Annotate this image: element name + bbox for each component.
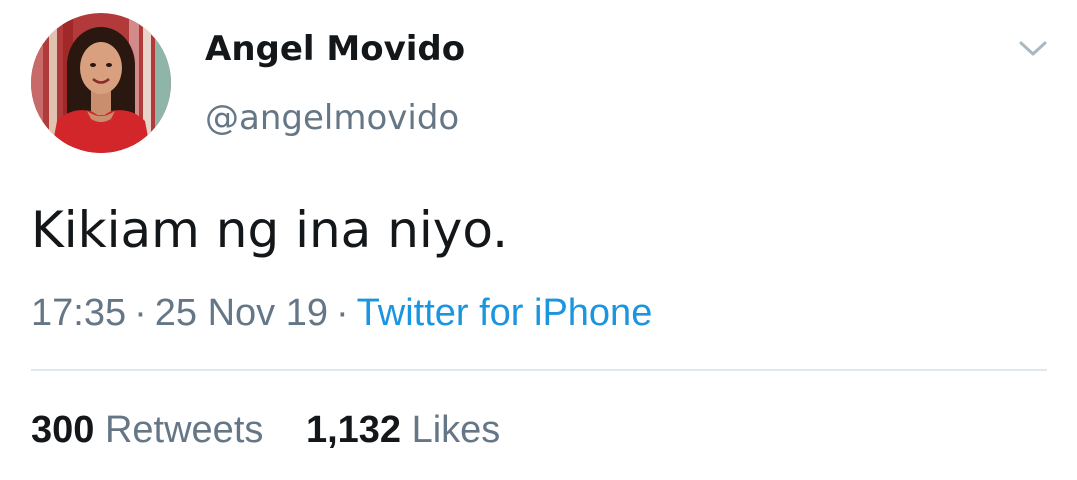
tweet-stats: 300 Retweets 1,132 Likes [31, 407, 532, 453]
likes-stat[interactable]: 1,132 Likes [306, 407, 500, 453]
author-display-name[interactable]: Angel Movido [205, 26, 465, 72]
author-handle[interactable]: @angelmovido [205, 95, 459, 141]
likes-count: 1,132 [305, 409, 402, 451]
chevron-down-icon[interactable] [1013, 34, 1053, 64]
likes-label: Likes [411, 409, 501, 451]
tweet-date[interactable]: 25 Nov 19 [155, 292, 328, 334]
tweet-time[interactable]: 17:35 [31, 292, 126, 334]
divider [31, 369, 1047, 371]
meta-separator: · [134, 292, 147, 334]
tweet-meta: 17:35 · 25 Nov 19 · Twitter for iPhone [31, 290, 652, 336]
retweets-stat[interactable]: 300 Retweets [31, 407, 263, 453]
retweets-label: Retweets [104, 409, 264, 451]
profile-photo-icon [31, 13, 171, 153]
meta-separator: · [335, 292, 349, 334]
tweet-text: Kikiam ng ina niyo. [31, 201, 508, 259]
tweet-source-link[interactable]: Twitter for iPhone [357, 292, 653, 334]
avatar[interactable] [31, 13, 171, 153]
retweets-count: 300 [31, 409, 95, 451]
